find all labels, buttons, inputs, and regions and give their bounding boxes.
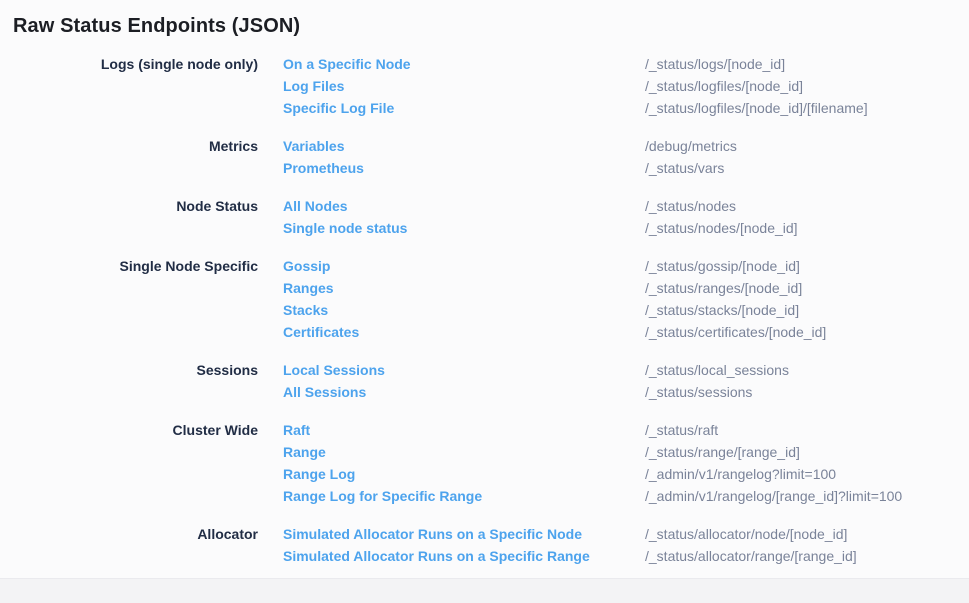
endpoint-path: /_status/ranges/[node_id] xyxy=(645,277,969,299)
endpoint-link[interactable]: Specific Log File xyxy=(283,97,645,119)
endpoint-path-column: /_status/gossip/[node_id]/_status/ranges… xyxy=(645,255,969,343)
endpoint-link[interactable]: Prometheus xyxy=(283,157,645,179)
endpoint-path: /_status/gossip/[node_id] xyxy=(645,255,969,277)
endpoint-path-column: /_status/raft/_status/range/[range_id]/_… xyxy=(645,419,969,507)
endpoint-category-label: Allocator xyxy=(0,523,258,567)
endpoint-link[interactable]: Simulated Allocator Runs on a Specific R… xyxy=(283,545,645,567)
endpoint-category-label: Logs (single node only) xyxy=(0,53,258,119)
endpoint-link[interactable]: Ranges xyxy=(283,277,645,299)
endpoint-path: /_status/range/[range_id] xyxy=(645,441,969,463)
endpoint-path: /_status/raft xyxy=(645,419,969,441)
endpoint-link[interactable]: Stacks xyxy=(283,299,645,321)
endpoint-link-column: RaftRangeRange LogRange Log for Specific… xyxy=(283,419,645,507)
endpoint-path: /debug/metrics xyxy=(645,135,969,157)
endpoint-link[interactable]: Simulated Allocator Runs on a Specific N… xyxy=(283,523,645,545)
endpoint-path-column: /_status/allocator/node/[node_id]/_statu… xyxy=(645,523,969,567)
endpoint-path: /_status/local_sessions xyxy=(645,359,969,381)
endpoint-link[interactable]: Log Files xyxy=(283,75,645,97)
footer-strip xyxy=(0,578,969,603)
endpoint-link[interactable]: Local Sessions xyxy=(283,359,645,381)
endpoint-path-column: /_status/local_sessions/_status/sessions xyxy=(645,359,969,403)
endpoint-path: /_status/logs/[node_id] xyxy=(645,53,969,75)
endpoint-path-column: /_status/logs/[node_id]/_status/logfiles… xyxy=(645,53,969,119)
endpoint-category-label: Node Status xyxy=(0,195,258,239)
endpoint-link-column: On a Specific NodeLog FilesSpecific Log … xyxy=(283,53,645,119)
page-title: Raw Status Endpoints (JSON) xyxy=(0,0,969,40)
endpoint-category-label: Single Node Specific xyxy=(0,255,258,343)
endpoint-table: Logs (single node only) On a Specific Nod… xyxy=(0,53,969,567)
endpoint-link[interactable]: Variables xyxy=(283,135,645,157)
endpoint-category-label: Metrics xyxy=(0,135,258,179)
endpoint-group: Allocator Simulated Allocator Runs on a S… xyxy=(0,523,969,567)
endpoint-link-column: All NodesSingle node status xyxy=(283,195,645,239)
endpoint-link[interactable]: On a Specific Node xyxy=(283,53,645,75)
endpoint-link[interactable]: Certificates xyxy=(283,321,645,343)
endpoint-category-label: Sessions xyxy=(0,359,258,403)
endpoint-group: Single Node Specific GossipRangesStacksCe… xyxy=(0,255,969,343)
endpoint-path: /_status/nodes/[node_id] xyxy=(645,217,969,239)
endpoint-link-column: Simulated Allocator Runs on a Specific N… xyxy=(283,523,645,567)
endpoint-link[interactable]: Range Log xyxy=(283,463,645,485)
endpoint-path: /_admin/v1/rangelog?limit=100 xyxy=(645,463,969,485)
endpoint-path: /_status/certificates/[node_id] xyxy=(645,321,969,343)
advanced-debug-page: Raw Status Endpoints (JSON) Logs (single… xyxy=(0,0,969,567)
endpoint-link[interactable]: Single node status xyxy=(283,217,645,239)
endpoint-link[interactable]: Range xyxy=(283,441,645,463)
endpoint-link[interactable]: All Sessions xyxy=(283,381,645,403)
endpoint-link-column: Local SessionsAll Sessions xyxy=(283,359,645,403)
endpoint-category-label: Cluster Wide xyxy=(0,419,258,507)
endpoint-group: Metrics VariablesPrometheus/debug/metrics… xyxy=(0,135,969,179)
endpoint-group: Sessions Local SessionsAll Sessions/_stat… xyxy=(0,359,969,403)
endpoint-group: Cluster Wide RaftRangeRange LogRange Log … xyxy=(0,419,969,507)
endpoint-path: /_status/allocator/range/[range_id] xyxy=(645,545,969,567)
endpoint-link-column: GossipRangesStacksCertificates xyxy=(283,255,645,343)
endpoint-path-column: /_status/nodes/_status/nodes/[node_id] xyxy=(645,195,969,239)
endpoint-path: /_status/logfiles/[node_id] xyxy=(645,75,969,97)
endpoint-path: /_admin/v1/rangelog/[range_id]?limit=100 xyxy=(645,485,969,507)
endpoint-link[interactable]: All Nodes xyxy=(283,195,645,217)
endpoint-path: /_status/stacks/[node_id] xyxy=(645,299,969,321)
endpoint-group: Logs (single node only) On a Specific Nod… xyxy=(0,53,969,119)
endpoint-link[interactable]: Gossip xyxy=(283,255,645,277)
endpoint-link[interactable]: Raft xyxy=(283,419,645,441)
endpoint-path: /_status/vars xyxy=(645,157,969,179)
endpoint-link[interactable]: Range Log for Specific Range xyxy=(283,485,645,507)
endpoint-path-column: /debug/metrics/_status/vars xyxy=(645,135,969,179)
endpoint-path: /_status/logfiles/[node_id]/[filename] xyxy=(645,97,969,119)
endpoint-path: /_status/sessions xyxy=(645,381,969,403)
endpoint-link-column: VariablesPrometheus xyxy=(283,135,645,179)
endpoint-group: Node Status All NodesSingle node status/_… xyxy=(0,195,969,239)
endpoint-path: /_status/nodes xyxy=(645,195,969,217)
endpoint-path: /_status/allocator/node/[node_id] xyxy=(645,523,969,545)
